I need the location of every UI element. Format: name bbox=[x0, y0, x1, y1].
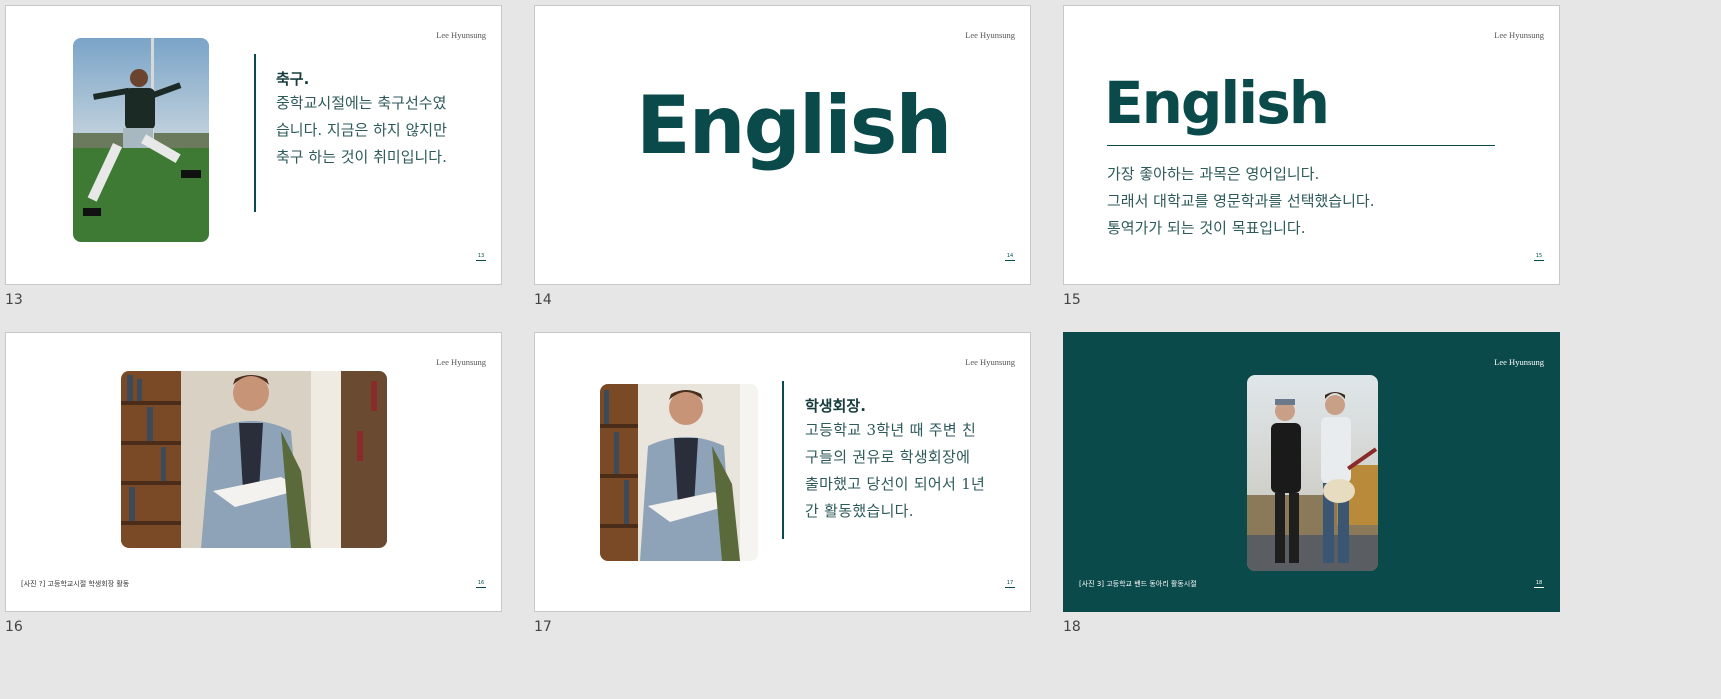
slide-number-label: 15 bbox=[1063, 292, 1081, 308]
slide-page-number: 14 bbox=[1005, 253, 1015, 261]
accent-vertical-line bbox=[254, 54, 256, 212]
band-photo bbox=[1247, 375, 1378, 571]
slide-thumbnail-17[interactable]: Lee Hyunsung 학생회장. 고등학교 3학년 때 주변 친 구들의 권… bbox=[534, 332, 1031, 612]
slide-page-number: 15 bbox=[1534, 253, 1544, 261]
author-name: Lee Hyunsung bbox=[965, 357, 1015, 367]
student-reading-photo bbox=[121, 371, 387, 548]
body-line: 구들의 권유로 학생회장에 bbox=[805, 448, 971, 466]
accent-horizontal-line bbox=[1107, 145, 1495, 146]
slide-thumbnail-15[interactable]: Lee Hyunsung English 가장 좋아하는 과목은 영어입니다. … bbox=[1063, 5, 1560, 285]
slide-thumbnail-14[interactable]: Lee Hyunsung English 14 bbox=[534, 5, 1031, 285]
slide-page-number: 16 bbox=[476, 580, 486, 588]
soccer-player-photo bbox=[73, 38, 209, 242]
slide-title: English bbox=[636, 79, 952, 172]
slide-page-number: 17 bbox=[1005, 580, 1015, 588]
slide-number-label: 18 bbox=[1063, 619, 1081, 635]
slide-body: 가장 좋아하는 과목은 영어입니다. 그래서 대학교를 영문학과를 선택했습니다… bbox=[1107, 161, 1374, 242]
body-line: 중학교시절에는 축구선수였 bbox=[276, 94, 447, 112]
author-name: Lee Hyunsung bbox=[436, 357, 486, 367]
slide-number-label: 13 bbox=[5, 292, 23, 308]
body-line: 그래서 대학교를 영문학과를 선택했습니다. bbox=[1107, 192, 1375, 210]
body-line: 통역가가 되는 것이 목표입니다. bbox=[1107, 219, 1306, 237]
slide-heading: 축구. bbox=[276, 70, 310, 88]
slide-thumbnail-18[interactable]: Lee Hyunsung [사진 3] 고등학교 밴드 동아리 활동시절 18 bbox=[1063, 332, 1560, 612]
body-line: 고등학교 3학년 때 주변 친 bbox=[805, 421, 977, 439]
slide-number-label: 14 bbox=[534, 292, 552, 308]
body-line: 간 활동했습니다. bbox=[805, 502, 914, 520]
photo-caption: [사진 3] 고등학교 밴드 동아리 활동시절 bbox=[1079, 580, 1197, 588]
slide-thumbnail-13[interactable]: Lee Hyunsung 축구. 중학교시절에는 축구선수였 습니다. 지금은 … bbox=[5, 5, 502, 285]
slide-title: English bbox=[1104, 69, 1330, 137]
slide-page-number: 18 bbox=[1534, 580, 1544, 588]
photo-caption: [사진 ?] 고등학교시절 학생회장 활동 bbox=[21, 580, 130, 588]
slide-page-number: 13 bbox=[476, 253, 486, 261]
author-name: Lee Hyunsung bbox=[1494, 30, 1544, 40]
slide-thumbnail-16[interactable]: Lee Hyunsung [사진 ?] 고등학교시절 학생회장 활동 16 bbox=[5, 332, 502, 612]
student-reading-photo bbox=[600, 384, 758, 561]
body-line: 습니다. 지금은 하지 않지만 bbox=[276, 121, 447, 139]
author-name: Lee Hyunsung bbox=[436, 30, 486, 40]
accent-vertical-line bbox=[782, 381, 784, 539]
slide-body: 중학교시절에는 축구선수였 습니다. 지금은 하지 않지만 축구 하는 것이 취… bbox=[276, 90, 447, 171]
slide-number-label: 17 bbox=[534, 619, 552, 635]
slide-number-label: 16 bbox=[5, 619, 23, 635]
slide-body: 고등학교 3학년 때 주변 친 구들의 권유로 학생회장에 출마했고 당선이 되… bbox=[805, 417, 985, 525]
body-line: 축구 하는 것이 취미입니다. bbox=[276, 148, 447, 166]
author-name: Lee Hyunsung bbox=[965, 30, 1015, 40]
body-line: 가장 좋아하는 과목은 영어입니다. bbox=[1107, 165, 1320, 183]
slide-heading: 학생회장. bbox=[805, 397, 866, 415]
author-name: Lee Hyunsung bbox=[1494, 357, 1544, 367]
body-line: 출마했고 당선이 되어서 1년 bbox=[805, 475, 986, 493]
